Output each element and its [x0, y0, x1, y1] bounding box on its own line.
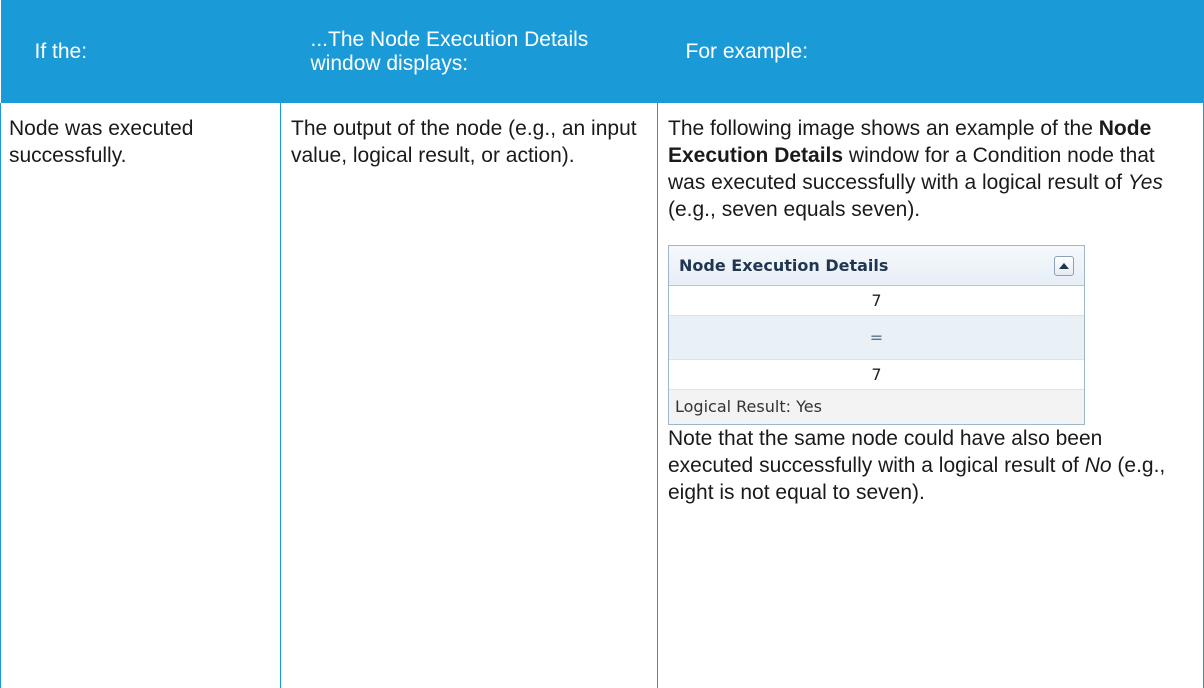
condition-text: Node was executed successfully.: [9, 117, 194, 167]
cell-displays: The output of the node (e.g., an input v…: [280, 103, 658, 688]
widget-title: Node Execution Details: [679, 256, 889, 275]
displays-text: The output of the node (e.g., an input v…: [291, 117, 637, 167]
header-if-the: If the:: [0, 0, 281, 103]
table-header-row: If the: ...The Node Execution Details wi…: [0, 0, 1204, 103]
triangle-up-icon: [1059, 262, 1069, 269]
widget-header: Node Execution Details: [669, 246, 1084, 286]
header-window-displays: ...The Node Execution Details window dis…: [280, 0, 658, 103]
example-note: Note that the same node could have also …: [668, 427, 1166, 504]
collapse-toggle-button[interactable]: [1054, 255, 1074, 276]
widget-operator: =: [669, 316, 1084, 360]
widget-value-top: 7: [669, 286, 1084, 316]
cell-example: The following image shows an example of …: [657, 103, 1204, 688]
header-for-example: For example:: [657, 0, 1204, 103]
example-intro-italic: Yes: [1127, 171, 1163, 194]
table-row: Node was executed successfully. The outp…: [0, 103, 1204, 688]
cell-condition: Node was executed successfully.: [0, 103, 281, 688]
node-execution-details-widget: Node Execution Details 7 = 7 Logical Res…: [668, 245, 1085, 425]
widget-logical-result: Logical Result: Yes: [669, 390, 1084, 424]
widget-value-bottom: 7: [669, 360, 1084, 390]
document-table: If the: ...The Node Execution Details wi…: [0, 0, 1204, 688]
example-intro: The following image shows an example of …: [668, 117, 1163, 221]
example-note-italic: No: [1084, 454, 1112, 477]
